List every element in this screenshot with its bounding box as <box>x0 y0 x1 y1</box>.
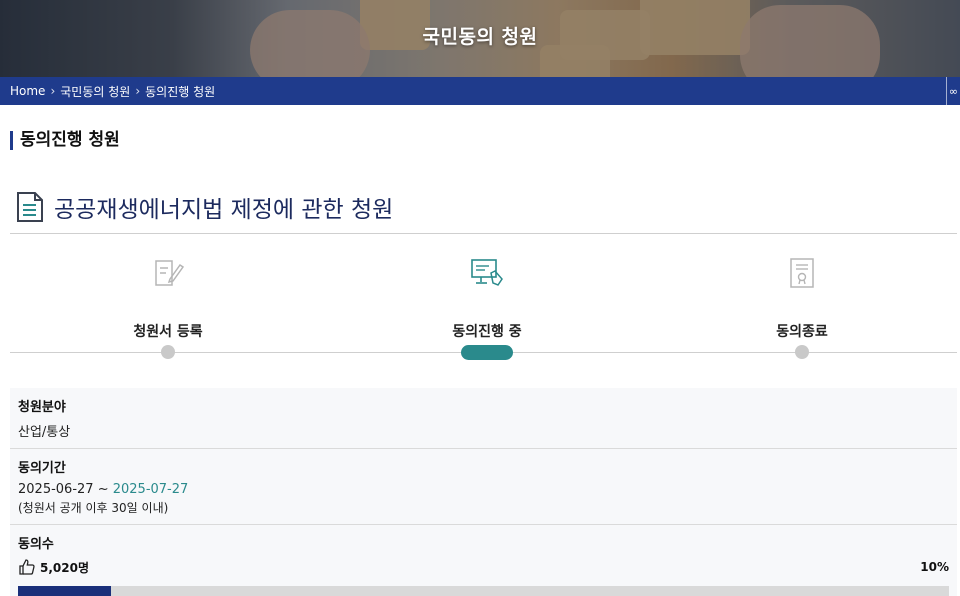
step-registered: 청원서 등록 <box>68 255 268 341</box>
breadcrumb: Home › 국민동의 청원 › 동의진행 청원 ∞ <box>0 77 960 105</box>
step-current-indicator <box>461 345 513 360</box>
chevron-right-icon: › <box>50 84 56 98</box>
step-in-progress: 동의진행 중 <box>387 255 587 341</box>
agree-count-line: 5,020명 10% <box>18 558 949 576</box>
step-dot <box>161 345 175 359</box>
field-value: 산업/통상 <box>18 425 71 440</box>
divider <box>10 233 957 234</box>
chevron-right-icon: › <box>135 84 141 98</box>
breadcrumb-current[interactable]: 동의진행 청원 <box>145 83 215 100</box>
agree-label: 동의수 <box>18 537 54 552</box>
petition-title: 공공재생에너지법 제정에 관한 청원 <box>54 197 394 223</box>
page-title: 동의진행 청원 <box>10 131 120 150</box>
step-label: 청원서 등록 <box>133 324 203 340</box>
breadcrumb-petitions[interactable]: 국민동의 청원 <box>60 83 130 100</box>
step-label: 동의종료 <box>776 324 828 340</box>
document-icon <box>17 192 43 222</box>
agree-progress-bar <box>18 586 949 596</box>
petition-header: 공공재생에너지법 제정에 관한 청원 <box>16 190 393 224</box>
period-start: 2025-06-27 <box>18 482 94 497</box>
period-label: 동의기간 <box>18 461 66 476</box>
period-end: 2025-07-27 <box>112 482 189 497</box>
monitor-hand-icon <box>471 259 503 286</box>
agree-progress-fill <box>18 586 112 596</box>
agree-count-value: 5,020명 <box>40 560 89 575</box>
agree-count: 5,020명 <box>18 558 89 576</box>
step-dot <box>795 345 809 359</box>
period-separator: ~ <box>93 482 113 497</box>
field-label: 청원분야 <box>18 400 66 415</box>
info-row-period: 동의기간 2025-06-27 ~ 2025-07-27 (청원서 공개 이후 … <box>10 449 957 525</box>
period-note: (청원서 공개 이후 30일 이내) <box>18 501 169 515</box>
step-finished: 동의종료 <box>702 255 902 341</box>
certificate-icon <box>790 258 814 288</box>
link-icon[interactable]: ∞ <box>946 77 960 105</box>
period-value: 2025-06-27 ~ 2025-07-27 <box>18 482 949 497</box>
step-label: 동의진행 중 <box>452 324 522 340</box>
breadcrumb-home[interactable]: Home <box>10 84 45 98</box>
petition-info: 청원분야 산업/통상 동의기간 2025-06-27 ~ 2025-07-27 … <box>10 388 957 596</box>
hero-banner: 국민동의 청원 <box>0 0 960 77</box>
thumbs-up-icon <box>19 559 35 575</box>
progress-steps: 청원서 등록 동의진행 중 동의종료 <box>0 255 960 365</box>
info-row-field: 청원분야 산업/통상 <box>10 388 957 449</box>
hero-title: 국민동의 청원 <box>422 26 538 48</box>
info-row-agree: 동의수 5,020명 10% <box>10 525 957 596</box>
document-pen-icon <box>155 260 185 286</box>
agree-percent: 10% <box>920 560 949 574</box>
